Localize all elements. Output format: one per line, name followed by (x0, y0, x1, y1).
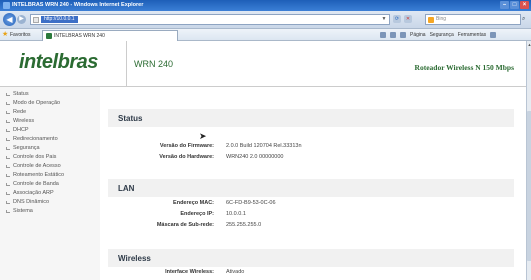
refresh-icon[interactable]: ⟳ (393, 15, 401, 23)
address-bar[interactable]: http://10.0.0.1 ▼ (30, 14, 390, 25)
command-page[interactable]: Página (410, 32, 426, 38)
nav-actions: ⟳ ✕ (393, 15, 412, 23)
close-button[interactable]: × (520, 1, 529, 9)
sidebar-item-controle-pais[interactable]: Controle dos Pais (0, 153, 100, 162)
maximize-button[interactable]: □ (510, 1, 519, 9)
sidebar-item-roteamento-estatico[interactable]: Roteamento Estático (0, 171, 100, 180)
model-name: WRN 240 (134, 59, 174, 69)
browser-tab[interactable]: INTELBRAS WRN 240 (42, 30, 178, 41)
feeds-icon[interactable] (390, 32, 396, 38)
print-icon[interactable] (400, 32, 406, 38)
sidebar-item-label: Status (13, 91, 29, 97)
ie-icon (3, 2, 10, 9)
favorites-star-icon[interactable]: ★ (2, 31, 8, 38)
product-name: Roteador Wireless N 150 Mbps (414, 63, 514, 72)
scroll-thumb[interactable] (527, 111, 531, 261)
page-icon (33, 17, 39, 23)
firmware-value: 2.0.0 Build 120704 Rel.33313n (226, 143, 302, 149)
section-title-lan: LAN (108, 179, 514, 197)
sidebar-item-sistema[interactable]: Sistema (0, 207, 100, 216)
window-controls: – □ × (500, 1, 529, 9)
ip-value: 10.0.0.1 (226, 211, 246, 217)
router-header: intelbras WRN 240 Roteador Wireless N 15… (0, 41, 526, 87)
stop-icon[interactable]: ✕ (404, 15, 412, 23)
scroll-up-icon[interactable]: ▲ (527, 41, 531, 48)
favorites-bar: ★ Favoritos INTELBRAS WRN 240 Página Seg… (0, 29, 531, 41)
subnet-value: 255.255.255.0 (226, 222, 262, 228)
address-url[interactable]: http://10.0.0.1 (41, 16, 78, 23)
sidebar-item-label: Sistema (13, 208, 33, 214)
command-tools[interactable]: Ferramentas (458, 32, 486, 38)
hardware-value: WRN240 2.0 00000000 (226, 154, 284, 160)
sidebar-item-label: Controle de Banda (13, 181, 59, 187)
intelbras-logo: intelbras (19, 51, 98, 73)
sidebar-item-label: Associação ARP (13, 190, 54, 196)
vertical-scrollbar[interactable]: ▲ (526, 41, 531, 280)
help-icon[interactable] (490, 32, 497, 38)
section-title-status: Status (108, 109, 514, 127)
hardware-label: Versão do Hardware: (159, 154, 214, 160)
tab-title: INTELBRAS WRN 240 (54, 33, 105, 39)
tab-favicon (46, 33, 52, 39)
search-placeholder: Bing (436, 16, 447, 22)
mouse-pointer-icon: ➤ (199, 131, 207, 141)
sidebar-item-label: Rede (13, 109, 27, 115)
home-icon[interactable] (380, 32, 386, 38)
sidebar-item-label: DHCP (13, 127, 29, 133)
address-dropdown-icon[interactable]: ▼ (380, 15, 388, 24)
forward-button[interactable]: ▶ (17, 15, 26, 24)
sidebar-item-label: Segurança (13, 145, 40, 151)
sidebar-item-label: Modo de Operação (13, 100, 61, 106)
mac-label: Endereço MAC: (173, 200, 214, 206)
sidebar-item-label: Redirecionamento (13, 136, 58, 142)
minimize-button[interactable]: – (500, 1, 509, 9)
back-button[interactable]: ◀ (3, 13, 16, 26)
sidebar-item-label: Wireless (13, 118, 35, 124)
command-security[interactable]: Segurança (430, 32, 454, 38)
sidebar-item-seguranca[interactable]: Segurança (0, 144, 100, 153)
navigation-bar: ◀ ▶ http://10.0.0.1 ▼ ⟳ ✕ Bing ⌕ (0, 11, 531, 29)
ip-label: Endereço IP: (180, 211, 214, 217)
firmware-label: Versão do Firmware: (159, 143, 214, 149)
page-content: intelbras WRN 240 Roteador Wireless N 15… (0, 41, 526, 280)
wireless-interface-label: Interface Wireless: (165, 269, 214, 275)
sidebar-item-controle-banda[interactable]: Controle de Banda (0, 180, 100, 189)
subnet-label: Máscara de Sub-rede: (156, 222, 214, 228)
sidebar-item-rede[interactable]: Rede (0, 108, 100, 117)
sidebar-item-redirecionamento[interactable]: Redirecionamento (0, 135, 100, 144)
bing-icon (428, 17, 434, 23)
window-titlebar: INTELBRAS WRN 240 - Windows Internet Exp… (0, 0, 531, 11)
sidebar-item-controle-acesso[interactable]: Controle de Acesso (0, 162, 100, 171)
sidebar-item-label: Roteamento Estático (13, 172, 65, 178)
command-bar: Página Segurança Ferramentas (380, 32, 497, 38)
sidebar-item-modo-operacao[interactable]: Modo de Operação (0, 99, 100, 108)
sidebar-item-label: Controle de Acesso (13, 163, 61, 169)
favorites-button[interactable]: Favoritos (10, 32, 31, 38)
sidebar-item-wireless[interactable]: Wireless (0, 117, 100, 126)
mac-value: 6C-FD-B9-53-0C-06 (226, 200, 276, 206)
sidebar-item-label: Controle dos Pais (13, 154, 57, 160)
search-icon[interactable]: ⌕ (522, 15, 530, 23)
header-divider (126, 41, 127, 87)
section-title-wireless: Wireless (108, 249, 514, 267)
sidebar-item-associacao-arp[interactable]: Associação ARP (0, 189, 100, 198)
sidebar-item-status[interactable]: Status (0, 90, 100, 99)
sidebar-item-label: DNS Dinâmico (13, 199, 50, 205)
sidebar-item-dns-dinamico[interactable]: DNS Dinâmico (0, 198, 100, 207)
wireless-interface-value: Ativado (226, 269, 245, 275)
sidebar-menu: Status Modo de Operação Rede Wireless DH… (0, 87, 100, 280)
main-panel: Status Versão do Firmware: 2.0.0 Build 1… (108, 87, 514, 280)
sidebar-item-dhcp[interactable]: DHCP (0, 126, 100, 135)
window-title: INTELBRAS WRN 240 - Windows Internet Exp… (12, 2, 144, 8)
search-box[interactable]: Bing (425, 14, 521, 25)
